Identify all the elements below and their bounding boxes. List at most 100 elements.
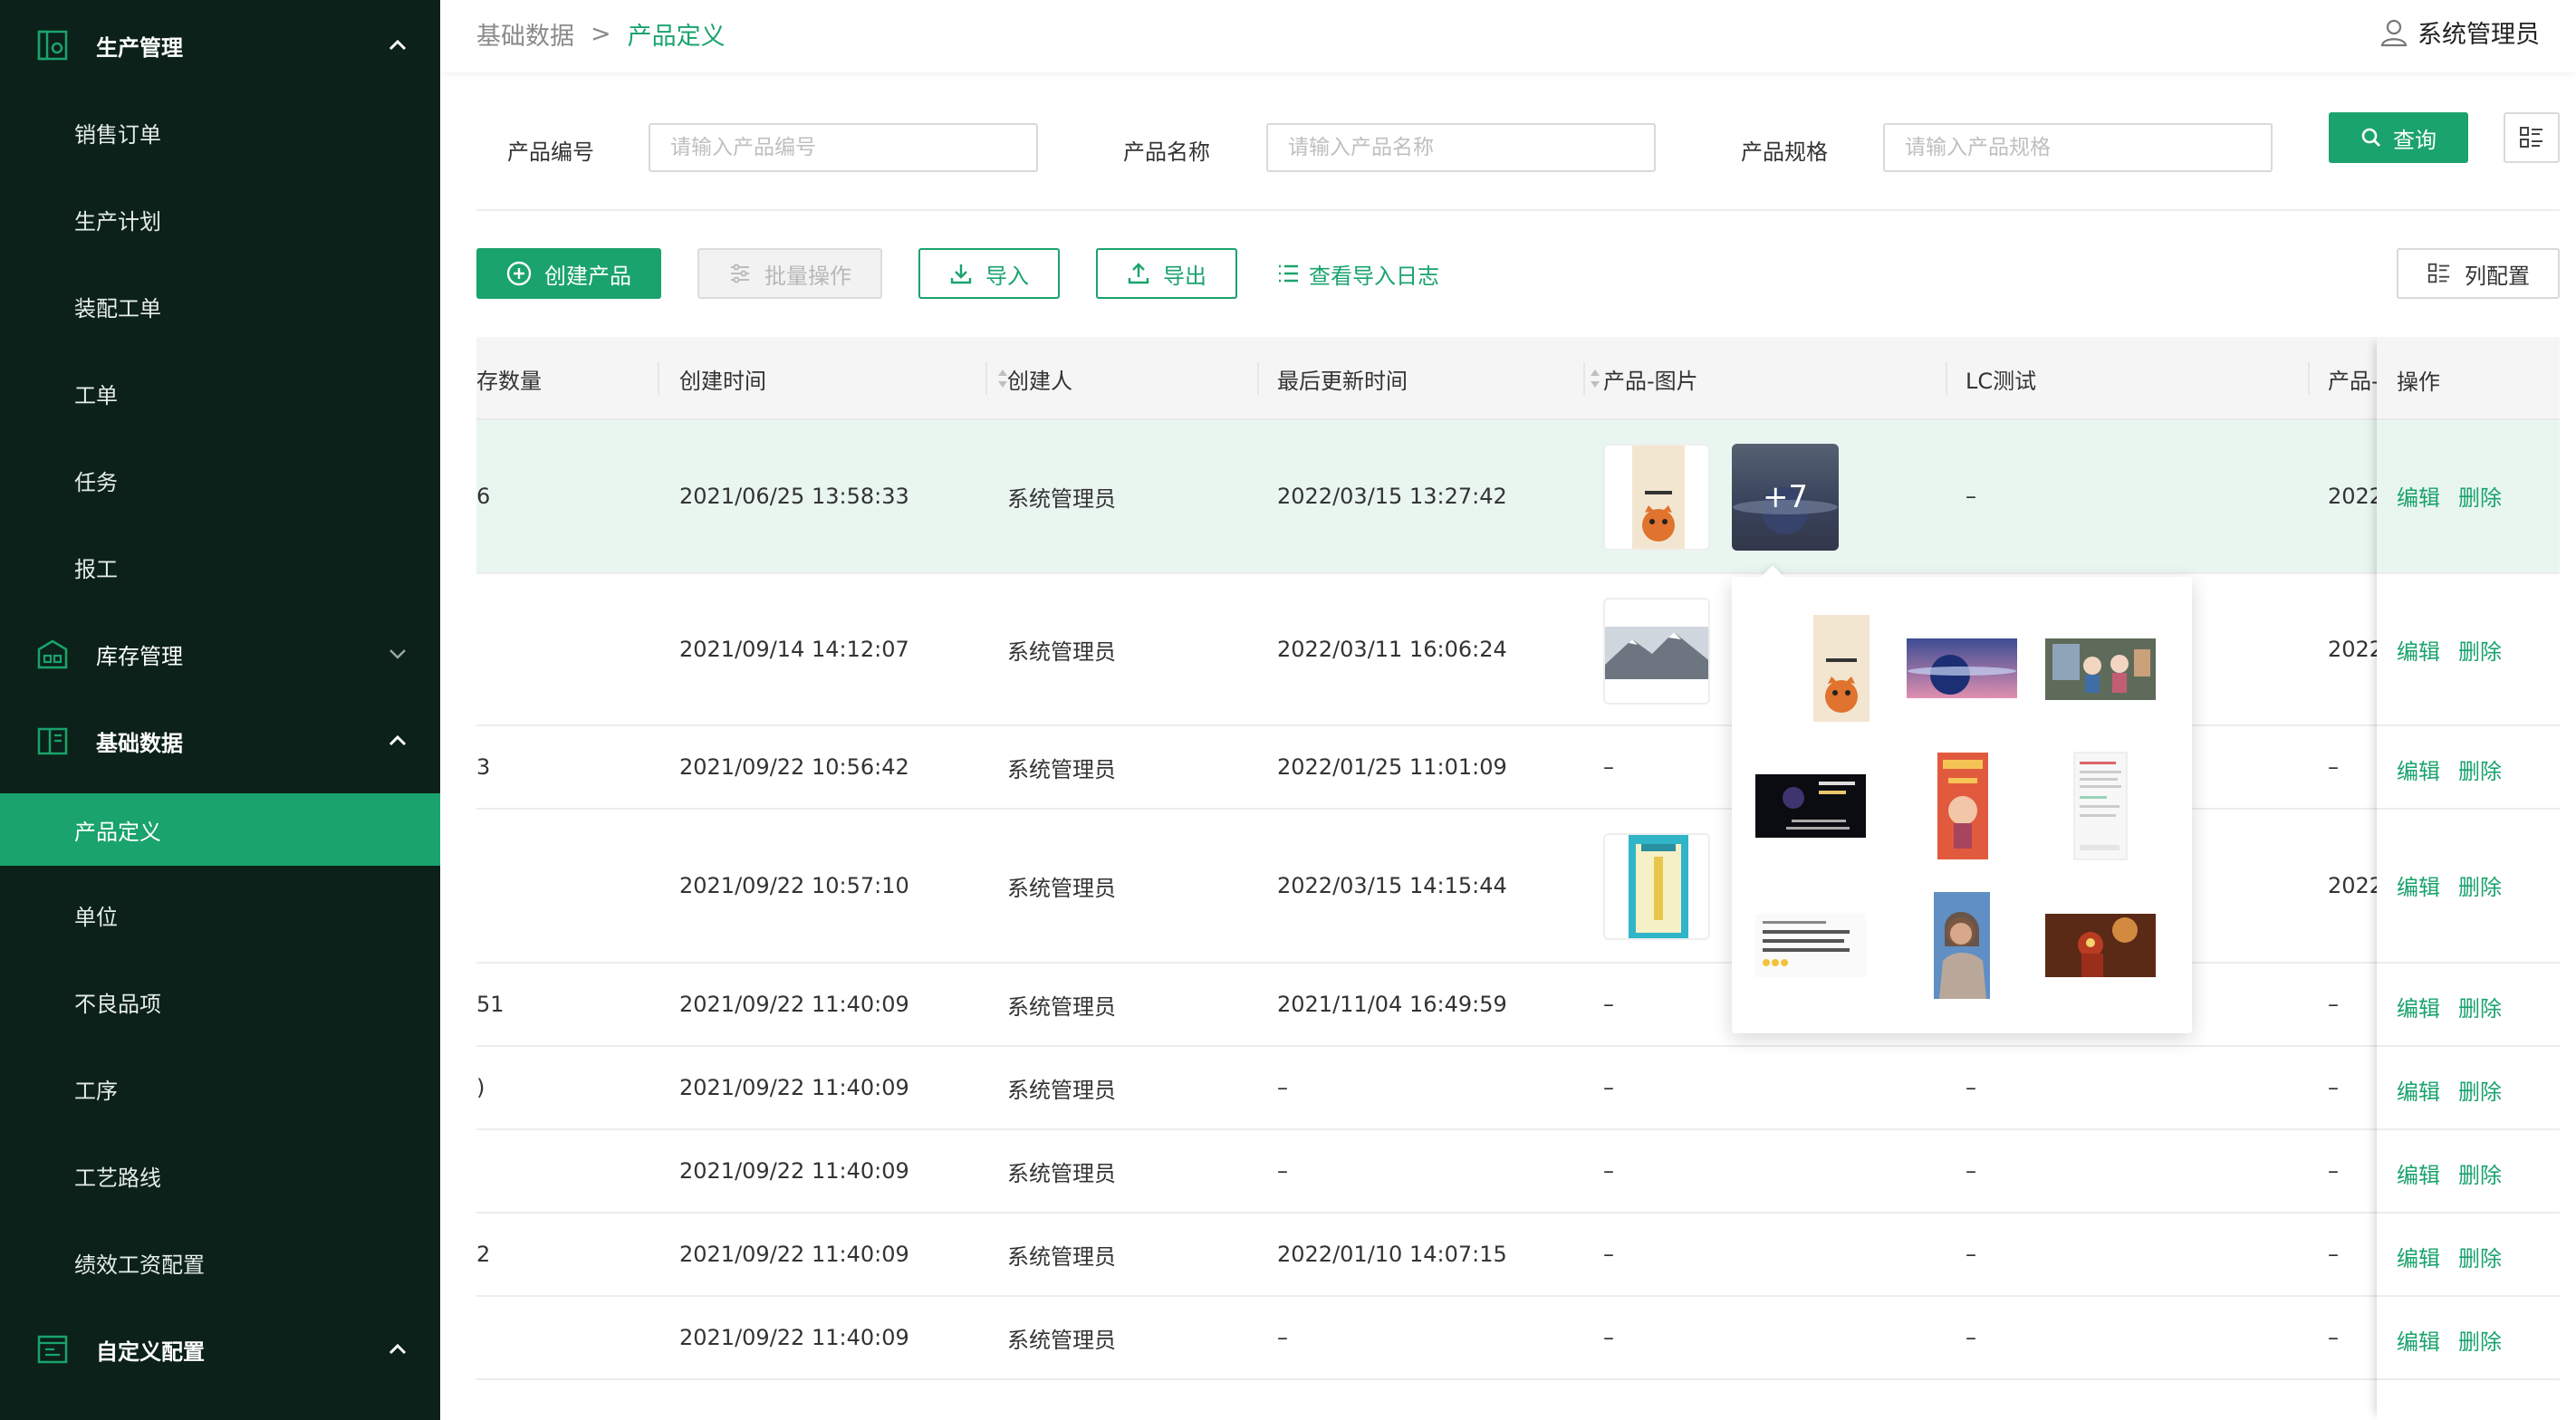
popover-image-document[interactable] <box>2045 751 2156 861</box>
nav-group-basic-data[interactable]: 基础数据 <box>0 697 440 784</box>
popover-image-planet[interactable] <box>1907 613 2017 724</box>
column-header-created-time[interactable]: 创建时间 <box>679 337 1007 420</box>
popover-image-cat-poster[interactable] <box>1786 613 1897 724</box>
edit-link[interactable]: 编辑 <box>2397 1241 2440 1272</box>
query-button[interactable]: 查询 <box>2329 112 2468 163</box>
sidebar-item-sales-order[interactable]: 销售订单 <box>0 96 440 168</box>
delete-link[interactable]: 删除 <box>2458 869 2502 901</box>
sidebar-item-work-order[interactable]: 工单 <box>0 357 440 429</box>
table-row[interactable]: 2021/09/14 14:12:07 系统管理员 2022/03/11 16:… <box>476 574 2560 726</box>
edit-link[interactable]: 编辑 <box>2397 1324 2440 1356</box>
nav-group-custom-config[interactable]: 自定义配置 <box>0 1306 440 1393</box>
edit-link[interactable]: 编辑 <box>2397 634 2440 666</box>
breadcrumb-parent[interactable]: 基础数据 <box>476 16 574 52</box>
import-log-link[interactable]: 查看导入日志 <box>1270 248 1446 299</box>
sidebar-item-label: 销售订单 <box>74 121 161 148</box>
action-cell: 编辑 删除 <box>2377 964 2560 1047</box>
delete-link[interactable]: 删除 <box>2458 991 2502 1022</box>
cell-updated-time: – <box>1277 1325 1288 1350</box>
product-name-input[interactable] <box>1266 123 1656 172</box>
sidebar-item-performance-pay[interactable]: 绩效工资配置 <box>0 1226 440 1299</box>
edit-link[interactable]: 编辑 <box>2397 480 2440 512</box>
delete-link[interactable]: 删除 <box>2458 753 2502 785</box>
delete-link[interactable]: 删除 <box>2458 1324 2502 1356</box>
table-row[interactable]: ) 2021/09/22 11:40:09 系统管理员 – – – – <box>476 1047 2560 1130</box>
product-image-thumbnail[interactable] <box>1603 833 1710 940</box>
delete-link[interactable]: 删除 <box>2458 1157 2502 1189</box>
cell-product-image: – <box>1603 1075 1614 1100</box>
nav-group-production[interactable]: 生产管理 <box>0 2 440 89</box>
edit-link[interactable]: 编辑 <box>2397 753 2440 785</box>
popover-image-iron-man[interactable] <box>2045 890 2156 1001</box>
column-header-lc-test: LC测试 <box>1966 368 2037 394</box>
cell-updated-time: 2022/01/10 14:07:15 <box>1277 1242 1507 1267</box>
batch-operation-label: 批量操作 <box>764 263 851 289</box>
column-header-product-image: 产品-图片 <box>1603 368 1698 394</box>
popover-image-portrait[interactable] <box>1907 890 2017 1001</box>
edit-link[interactable]: 编辑 <box>2397 869 2440 901</box>
cell-created-time: 2021/09/22 11:40:09 <box>679 1158 909 1184</box>
cell-updated-time: 2022/03/15 13:27:42 <box>1277 484 1507 509</box>
dark-text-slide-image <box>1755 774 1866 838</box>
table-row[interactable]: 6 2021/06/25 13:58:33 系统管理员 2022/03/15 1… <box>476 420 2560 574</box>
table-row[interactable]: 51 2021/09/22 11:40:09 系统管理员 2021/11/04 … <box>476 964 2560 1047</box>
popover-image-dark-slide[interactable] <box>1755 751 1866 861</box>
more-images-thumbnail[interactable]: +7 <box>1732 444 1839 551</box>
chevron-up-icon[interactable] <box>388 1340 408 1358</box>
product-image-thumbnail[interactable] <box>1603 444 1710 551</box>
table-row[interactable]: 2021/09/22 11:40:09 系统管理员 – – – – <box>476 1130 2560 1214</box>
cell-created-time: 2021/09/22 10:56:42 <box>679 754 909 780</box>
sidebar-item-task[interactable]: 任务 <box>0 444 440 516</box>
delete-link[interactable]: 删除 <box>2458 480 2502 512</box>
popover-image-text-meme[interactable] <box>1755 890 1866 1001</box>
table-row[interactable]: 2021/09/22 11:40:09 系统管理员 – – – – <box>476 1297 2560 1380</box>
popover-image-anime-room[interactable] <box>2045 613 2156 724</box>
sidebar-item-product-definition[interactable]: 产品定义 <box>0 793 440 866</box>
cell-stock: 2 <box>476 1242 491 1267</box>
filter-settings-button[interactable] <box>2504 112 2560 163</box>
chevron-down-icon[interactable] <box>388 645 408 663</box>
chevron-up-icon[interactable] <box>388 732 408 750</box>
delete-link[interactable]: 删除 <box>2458 1241 2502 1272</box>
table-row[interactable]: 3 2021/09/22 10:56:42 系统管理员 2022/01/25 1… <box>476 726 2560 810</box>
popover-image-red-card[interactable] <box>1907 751 2017 861</box>
sidebar-item-production-plan[interactable]: 生产计划 <box>0 183 440 255</box>
cell-creator: 系统管理员 <box>1007 1243 1116 1270</box>
cell-creator: 系统管理员 <box>1007 1160 1116 1186</box>
sidebar-item-assembly-order[interactable]: 装配工单 <box>0 270 440 342</box>
sidebar-item-label: 工单 <box>74 382 118 408</box>
column-config-button[interactable]: 列配置 <box>2397 248 2560 299</box>
column-header-creator: 创建人 <box>1007 368 1072 394</box>
chinese-text-meme-image <box>1755 914 1866 977</box>
mountain-image <box>1605 627 1708 679</box>
sidebar-item-route[interactable]: 工艺路线 <box>0 1139 440 1212</box>
export-button[interactable]: 导出 <box>1096 248 1237 299</box>
user-menu[interactable]: 系统管理员 <box>2379 14 2540 50</box>
chevron-up-icon[interactable] <box>388 36 408 54</box>
iron-man-scene-image <box>2045 914 2156 977</box>
edit-link[interactable]: 编辑 <box>2397 1074 2440 1106</box>
sort-icon[interactable] <box>1589 366 1601 391</box>
product-spec-input[interactable] <box>1883 123 2273 172</box>
sidebar-item-unit[interactable]: 单位 <box>0 878 440 951</box>
delete-link[interactable]: 删除 <box>2458 1074 2502 1106</box>
cell-updated-time: – <box>1277 1158 1288 1184</box>
table-row[interactable]: 2021/09/22 10:57:10 系统管理员 2022/03/15 14:… <box>476 810 2560 964</box>
product-code-input[interactable] <box>649 123 1038 172</box>
user-name: 系统管理员 <box>2417 21 2540 49</box>
sidebar-item-defect[interactable]: 不良品项 <box>0 965 440 1038</box>
product-image-thumbnail[interactable] <box>1603 598 1710 705</box>
export-label: 导出 <box>1163 263 1206 289</box>
nav-group-inventory[interactable]: 库存管理 <box>0 610 440 697</box>
column-header-updated-time[interactable]: 最后更新时间 <box>1277 337 1600 420</box>
create-product-button[interactable]: 创建产品 <box>476 248 661 299</box>
edit-link[interactable]: 编辑 <box>2397 1157 2440 1189</box>
sidebar-item-process[interactable]: 工序 <box>0 1052 440 1125</box>
column-config-label: 列配置 <box>2465 263 2530 289</box>
sidebar-item-report[interactable]: 报工 <box>0 531 440 603</box>
delete-link[interactable]: 删除 <box>2458 634 2502 666</box>
batch-operation-button[interactable]: 批量操作 <box>697 248 882 299</box>
import-button[interactable]: 导入 <box>918 248 1060 299</box>
edit-link[interactable]: 编辑 <box>2397 991 2440 1022</box>
table-row[interactable]: 2 2021/09/22 11:40:09 系统管理员 2022/01/10 1… <box>476 1214 2560 1297</box>
